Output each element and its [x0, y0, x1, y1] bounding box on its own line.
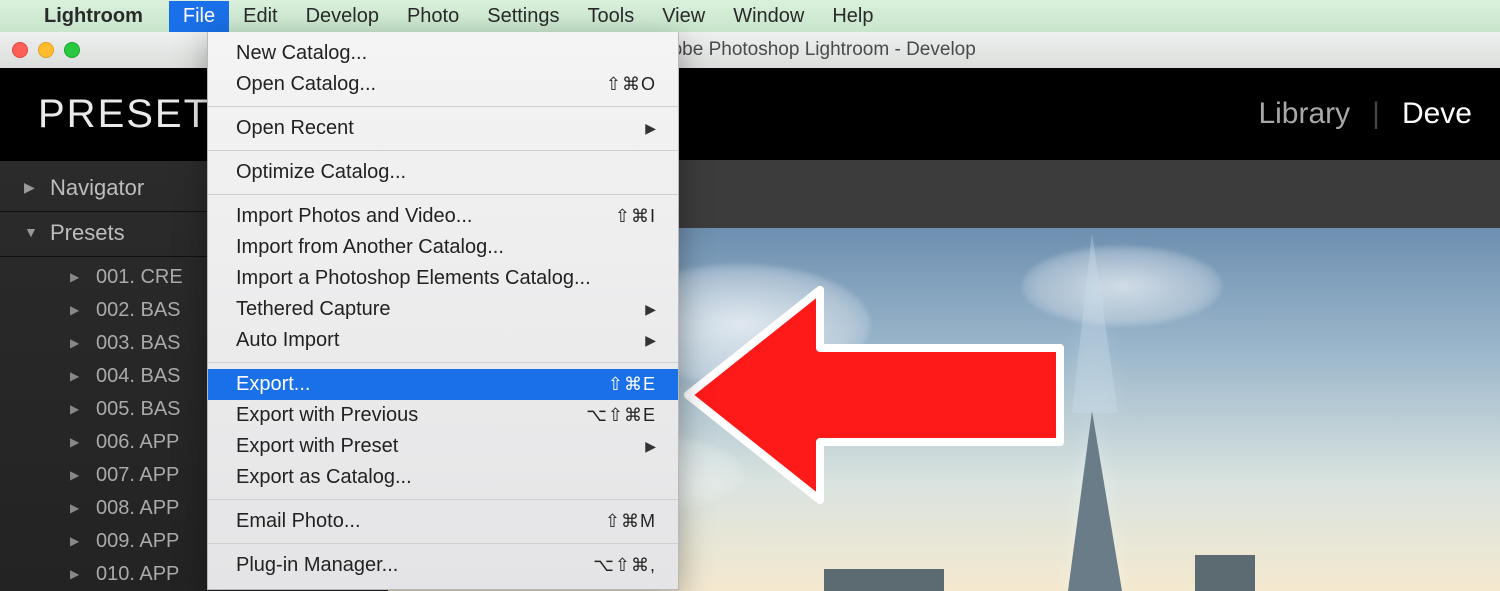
menu-item-open-recent[interactable]: Open Recent ▶: [208, 113, 678, 144]
macos-menubar: Lightroom FileEditDevelopPhotoSettingsTo…: [0, 0, 1500, 32]
menu-shortcut: ⌥⇧⌘,: [593, 555, 656, 576]
menu-item-export-with-preset[interactable]: Export with Preset ▶: [208, 431, 678, 462]
menubar-items: FileEditDevelopPhotoSettingsToolsViewWin…: [169, 1, 888, 32]
menu-item-label: Tethered Capture: [236, 298, 391, 321]
disclosure-triangle-icon: ▶: [24, 179, 35, 196]
menu-item-label: Email Photo...: [236, 510, 361, 533]
menu-edit[interactable]: Edit: [229, 1, 291, 32]
menu-item-plug-in-manager[interactable]: Plug-in Manager... ⌥⇧⌘,: [208, 550, 678, 581]
menu-item-label: Import Photos and Video...: [236, 205, 472, 228]
menu-window[interactable]: Window: [719, 1, 818, 32]
submenu-arrow-icon: ▶: [645, 438, 656, 455]
menu-file[interactable]: File: [169, 1, 229, 32]
menu-help[interactable]: Help: [818, 1, 887, 32]
menu-item-export-with-previous[interactable]: Export with Previous ⌥⇧⌘E: [208, 400, 678, 431]
menu-item-label: Open Catalog...: [236, 73, 376, 96]
zoom-window-button[interactable]: [64, 42, 80, 58]
disclosure-triangle-icon: ▶: [70, 336, 79, 350]
file-menu-dropdown: New Catalog... Open Catalog... ⇧⌘O Open Rec…: [207, 32, 679, 590]
menu-item-label: Import a Photoshop Elements Catalog...: [236, 267, 591, 290]
menu-item-tethered-capture[interactable]: Tethered Capture ▶: [208, 294, 678, 325]
disclosure-triangle-icon: ▶: [70, 270, 79, 284]
menu-view[interactable]: View: [648, 1, 719, 32]
menu-item-new-catalog[interactable]: New Catalog...: [208, 38, 678, 69]
disclosure-triangle-icon: ▶: [70, 435, 79, 449]
annotation-arrow-icon: [680, 280, 1080, 510]
menu-tools[interactable]: Tools: [574, 1, 649, 32]
minimize-window-button[interactable]: [38, 42, 54, 58]
menu-item-label: New Catalog...: [236, 42, 367, 65]
menu-item-label: Open Recent: [236, 117, 354, 140]
menu-item-label: Import from Another Catalog...: [236, 236, 504, 259]
menu-item-label: Export...: [236, 373, 310, 396]
menu-item-open-catalog[interactable]: Open Catalog... ⇧⌘O: [208, 69, 678, 100]
menu-develop[interactable]: Develop: [292, 1, 393, 32]
menu-item-label: Export as Catalog...: [236, 466, 412, 489]
menu-shortcut: ⇧⌘O: [606, 74, 656, 95]
submenu-arrow-icon: ▶: [645, 120, 656, 137]
disclosure-triangle-icon: ▶: [70, 567, 79, 581]
menu-shortcut: ⇧⌘M: [605, 511, 656, 532]
module-separator: |: [1372, 97, 1380, 131]
menu-item-import-a-photoshop-elements-catalog[interactable]: Import a Photoshop Elements Catalog...: [208, 263, 678, 294]
menu-item-export-as-catalog[interactable]: Export as Catalog...: [208, 462, 678, 493]
menu-item-import-photos-and-video[interactable]: Import Photos and Video... ⇧⌘I: [208, 201, 678, 232]
module-picker: Library | Deve: [1258, 97, 1472, 131]
menu-settings[interactable]: Settings: [473, 1, 573, 32]
menu-item-export[interactable]: Export... ⇧⌘E: [208, 369, 678, 400]
submenu-arrow-icon: ▶: [645, 332, 656, 349]
traffic-lights: [12, 42, 80, 58]
panel-navigator-label: Navigator: [50, 175, 144, 200]
disclosure-triangle-icon: ▶: [70, 369, 79, 383]
menu-item-label: Export with Preset: [236, 435, 398, 458]
module-develop[interactable]: Deve: [1402, 97, 1472, 131]
menu-item-label: Export with Previous: [236, 404, 418, 427]
disclosure-triangle-icon: ▶: [70, 303, 79, 317]
disclosure-triangle-icon: ▶: [70, 468, 79, 482]
menu-item-label: Optimize Catalog...: [236, 161, 406, 184]
menu-item-label: Auto Import: [236, 329, 339, 352]
menu-shortcut: ⇧⌘I: [615, 206, 656, 227]
submenu-arrow-icon: ▶: [645, 301, 656, 318]
close-window-button[interactable]: [12, 42, 28, 58]
menu-shortcut: ⇧⌘E: [608, 374, 656, 395]
disclosure-triangle-icon: ▼: [24, 224, 38, 240]
building: [1195, 555, 1255, 591]
menu-item-import-from-another-catalog[interactable]: Import from Another Catalog...: [208, 232, 678, 263]
menu-item-label: Plug-in Manager...: [236, 554, 398, 577]
menu-item-optimize-catalog[interactable]: Optimize Catalog...: [208, 157, 678, 188]
menu-photo[interactable]: Photo: [393, 1, 473, 32]
building: [824, 569, 944, 591]
menubar-app-name[interactable]: Lightroom: [44, 5, 143, 28]
disclosure-triangle-icon: ▶: [70, 402, 79, 416]
module-library[interactable]: Library: [1258, 97, 1350, 131]
menu-item-auto-import[interactable]: Auto Import ▶: [208, 325, 678, 356]
menu-shortcut: ⌥⇧⌘E: [586, 405, 656, 426]
panel-presets-label: Presets: [50, 220, 125, 245]
disclosure-triangle-icon: ▶: [70, 501, 79, 515]
disclosure-triangle-icon: ▶: [70, 534, 79, 548]
menu-item-email-photo[interactable]: Email Photo... ⇧⌘M: [208, 506, 678, 537]
